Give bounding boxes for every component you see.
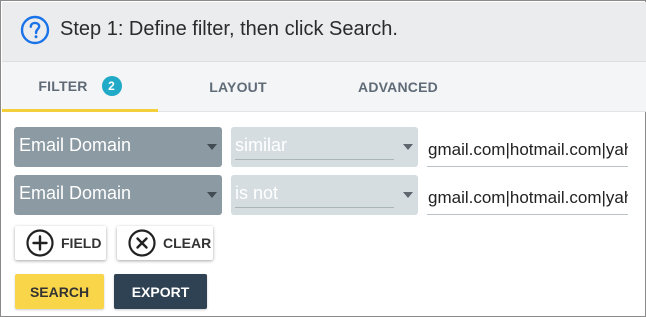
operator-underline bbox=[235, 207, 394, 208]
search-label: SEARCH bbox=[29, 283, 90, 300]
tab-filter[interactable]: FILTER 2 bbox=[2, 62, 158, 112]
chevron-down-icon bbox=[403, 144, 413, 150]
export-label: EXPORT bbox=[131, 283, 190, 300]
field-select[interactable]: Email Domain bbox=[14, 175, 222, 215]
tab-bar: FILTER 2 LAYOUT ADVANCED bbox=[2, 62, 646, 112]
tab-filter-label: FILTER bbox=[38, 77, 88, 94]
tab-layout-label: LAYOUT bbox=[209, 79, 267, 95]
close-circle-icon bbox=[128, 229, 156, 257]
help-circle-icon[interactable] bbox=[20, 15, 50, 45]
header: Step 1: Define filter, then click Search… bbox=[2, 2, 646, 62]
filter-value-input[interactable] bbox=[427, 175, 628, 215]
operator-select-value: similar bbox=[235, 135, 287, 155]
search-button[interactable]: SEARCH bbox=[15, 274, 104, 309]
tab-advanced[interactable]: ADVANCED bbox=[318, 62, 478, 112]
field-select[interactable]: Email Domain bbox=[14, 127, 222, 167]
filter-row: Email Domain is not bbox=[14, 175, 634, 215]
operator-select-value: is not bbox=[235, 183, 279, 203]
add-field-button[interactable]: FIELD bbox=[15, 226, 106, 260]
export-button[interactable]: EXPORT bbox=[114, 274, 207, 309]
filter-row: Email Domain similar bbox=[14, 127, 634, 167]
chevron-down-icon bbox=[403, 192, 413, 198]
clear-label: CLEAR bbox=[163, 235, 212, 251]
chevron-down-icon bbox=[207, 192, 217, 198]
filter-value-input[interactable] bbox=[427, 127, 628, 167]
filter-panel: Step 1: Define filter, then click Search… bbox=[0, 0, 646, 317]
tab-layout[interactable]: LAYOUT bbox=[158, 62, 318, 112]
plus-circle-icon bbox=[26, 229, 54, 257]
tab-advanced-label: ADVANCED bbox=[358, 79, 438, 95]
add-field-label: FIELD bbox=[61, 235, 102, 251]
page-title: Step 1: Define filter, then click Search… bbox=[60, 18, 398, 40]
clear-button[interactable]: CLEAR bbox=[117, 226, 213, 260]
chevron-down-icon bbox=[207, 144, 217, 150]
operator-select[interactable]: similar bbox=[231, 127, 418, 167]
field-select-value: Email Domain bbox=[19, 135, 132, 155]
operator-select[interactable]: is not bbox=[231, 175, 418, 215]
field-select-value: Email Domain bbox=[19, 183, 132, 203]
filter-count-badge: 2 bbox=[101, 75, 122, 96]
operator-underline bbox=[235, 159, 394, 160]
